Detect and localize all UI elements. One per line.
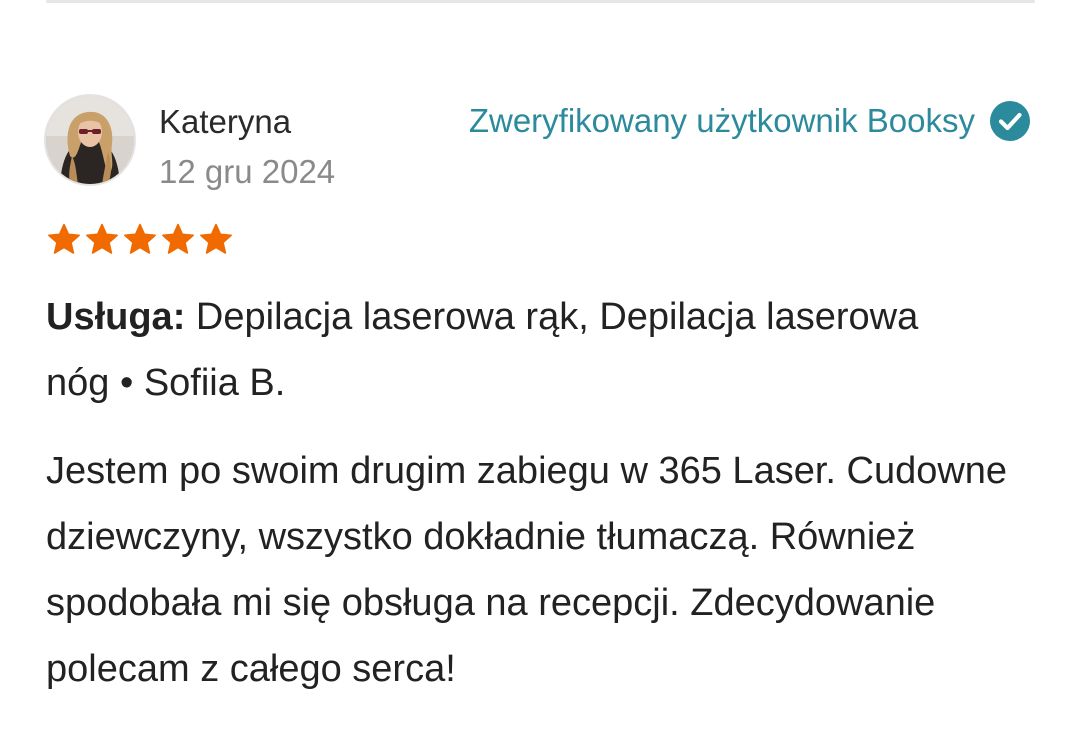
service-line: Usługa: Depilacja laserowa rąk, Depilacj… (46, 284, 946, 416)
star-icon (86, 223, 118, 254)
verified-label: Zweryfikowany użytkownik Booksy (468, 102, 975, 139)
review-date: 12 gru 2024 (159, 153, 336, 190)
service-label: Usługa: (46, 296, 186, 338)
rating-stars (46, 222, 234, 258)
author-name[interactable]: Kateryna (159, 102, 291, 142)
review-card: Kateryna 12 gru 2024 Zweryfikowany użytk… (46, 96, 1035, 690)
check-circle-icon (990, 101, 1030, 141)
review-text: Jestem po swoim drugim zabiegu w 365 Las… (46, 450, 1008, 690)
review-header: Kateryna 12 gru 2024 Zweryfikowany użytk… (46, 96, 1035, 196)
verified-badge: Zweryfikowany użytkownik Booksy (469, 100, 1031, 142)
top-divider (46, 0, 1035, 3)
star-icon (162, 223, 194, 254)
avatar[interactable] (46, 96, 134, 184)
star-icon (124, 223, 156, 254)
star-icon (48, 223, 80, 254)
avatar-photo (46, 96, 134, 184)
star-icon (200, 223, 232, 254)
